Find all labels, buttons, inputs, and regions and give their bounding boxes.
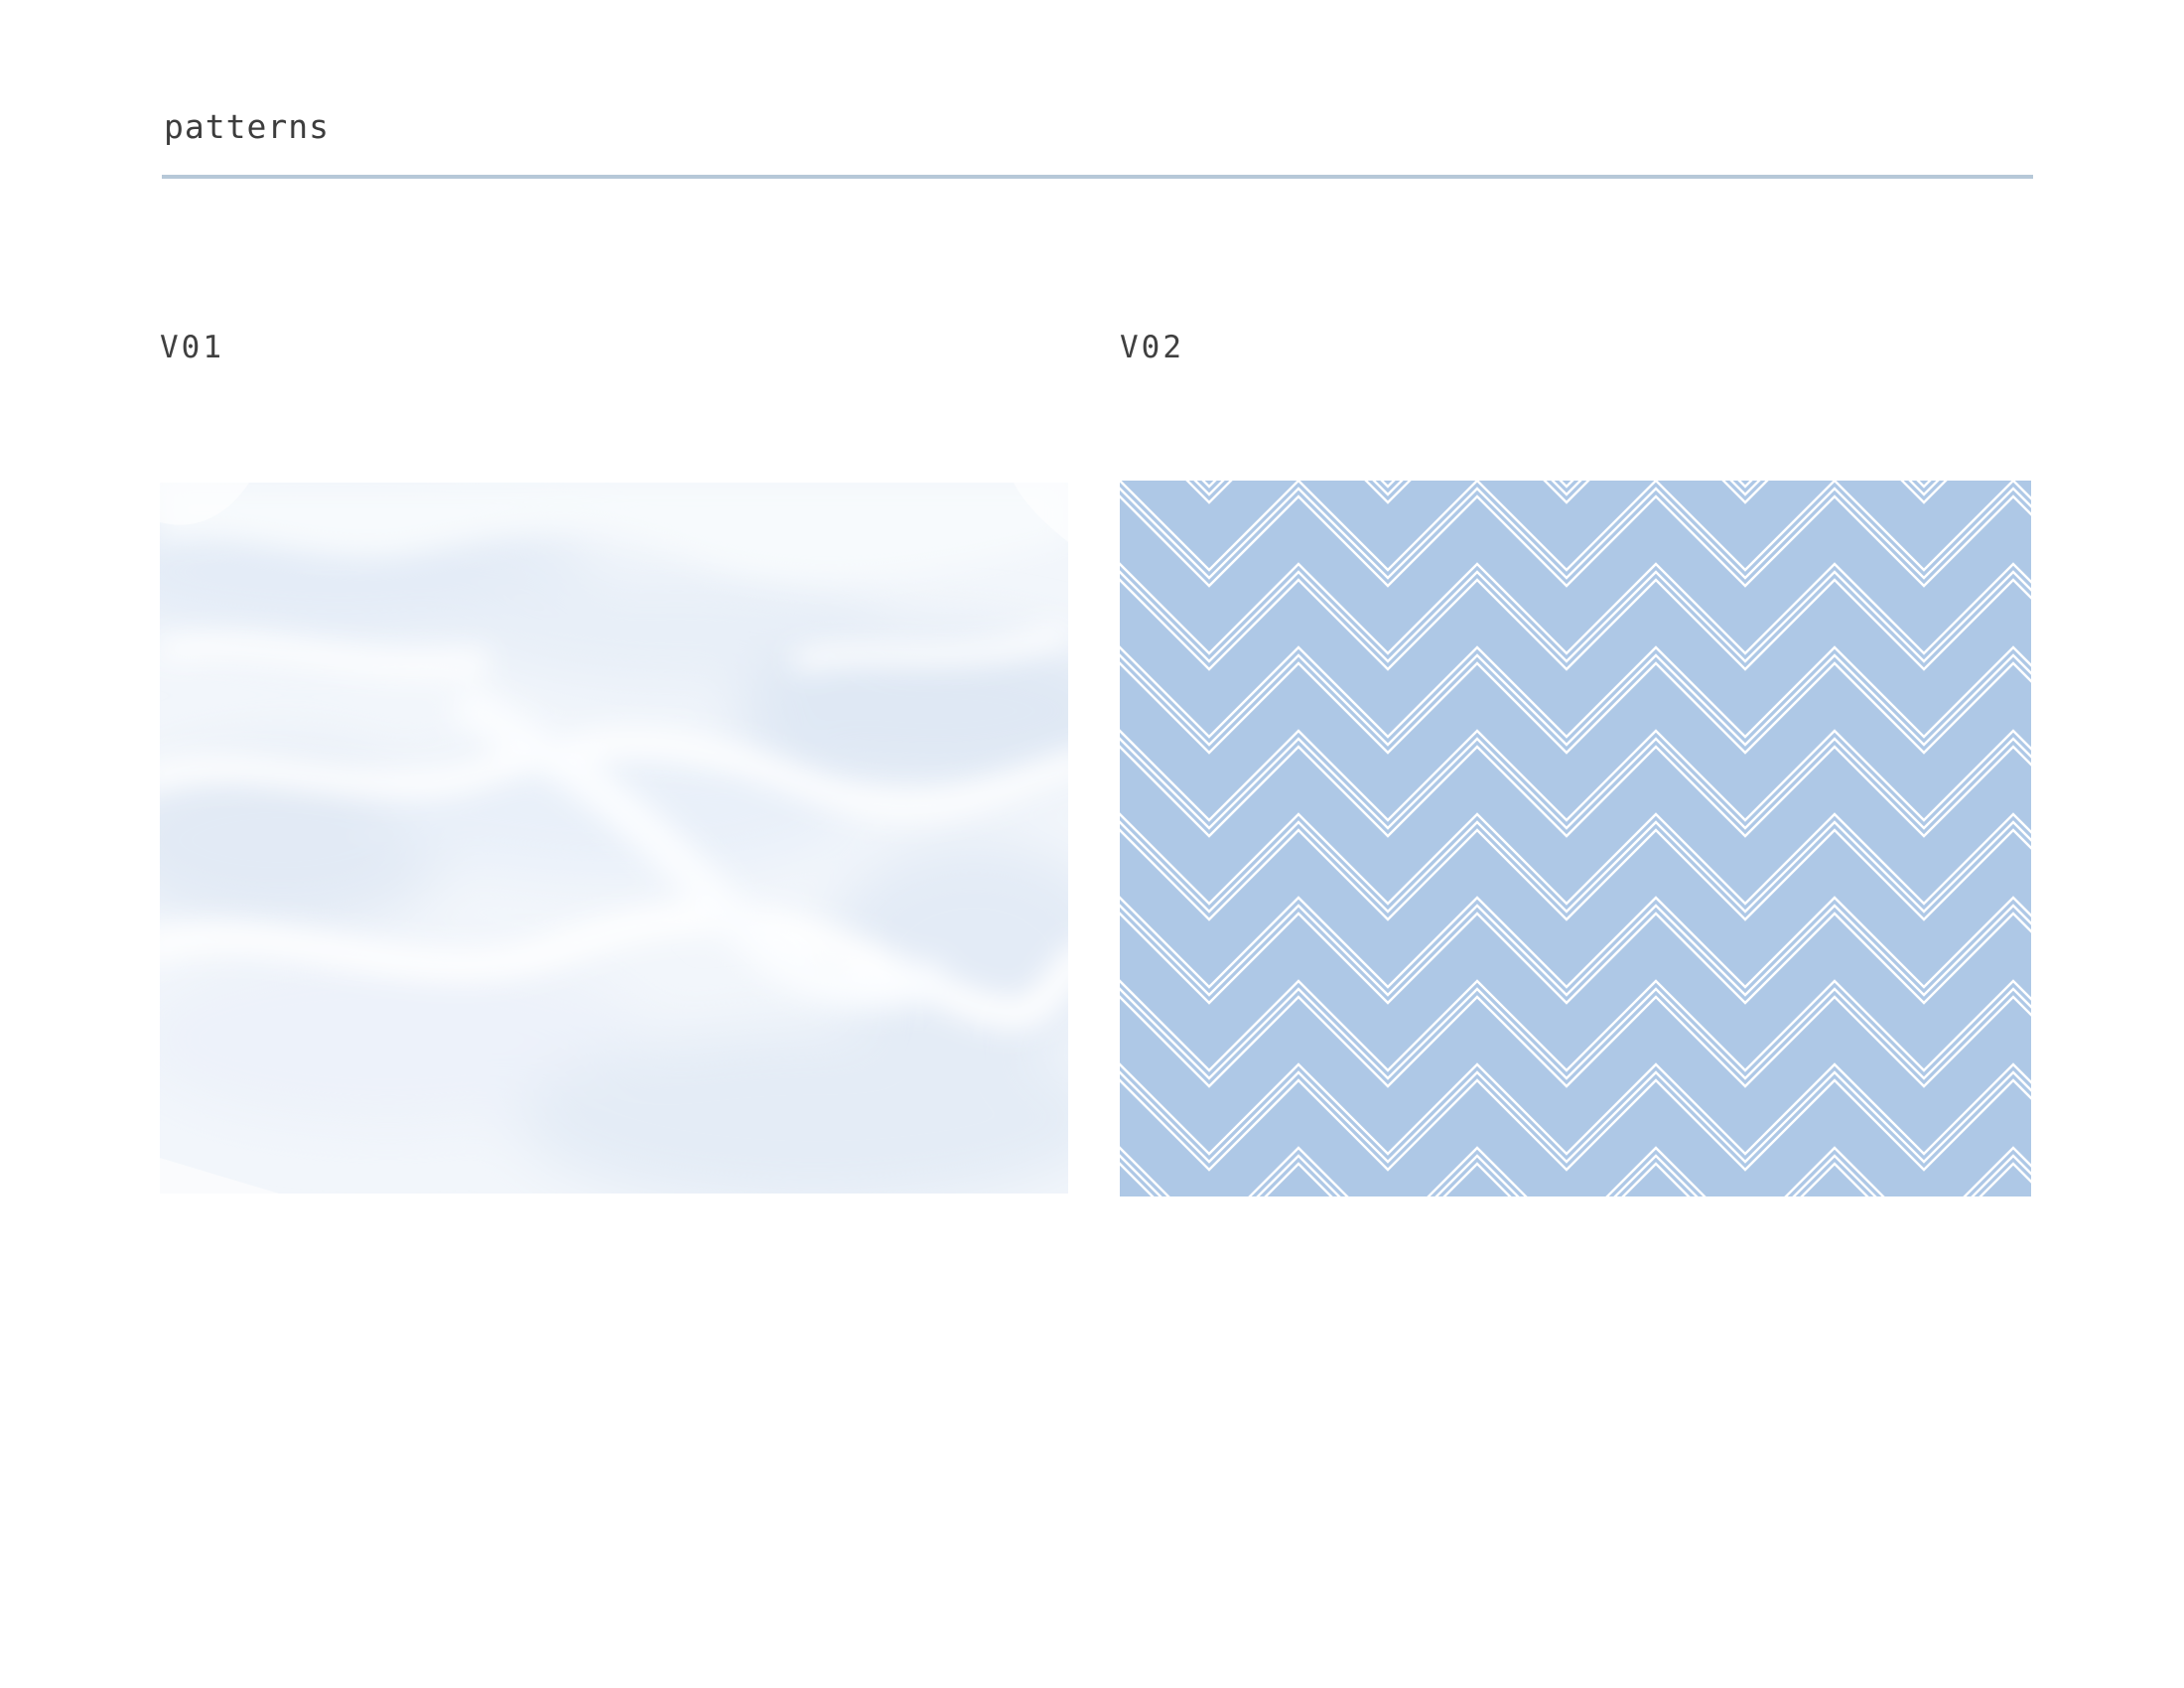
pattern-swatch-watercolor [160, 483, 1068, 1194]
page-title: patterns [164, 107, 330, 146]
pattern-label-v02: V02 [1120, 330, 1184, 365]
title-divider [162, 175, 2033, 179]
pattern-swatch-chevron [1120, 481, 2031, 1196]
pattern-label-v01: V01 [160, 330, 224, 365]
